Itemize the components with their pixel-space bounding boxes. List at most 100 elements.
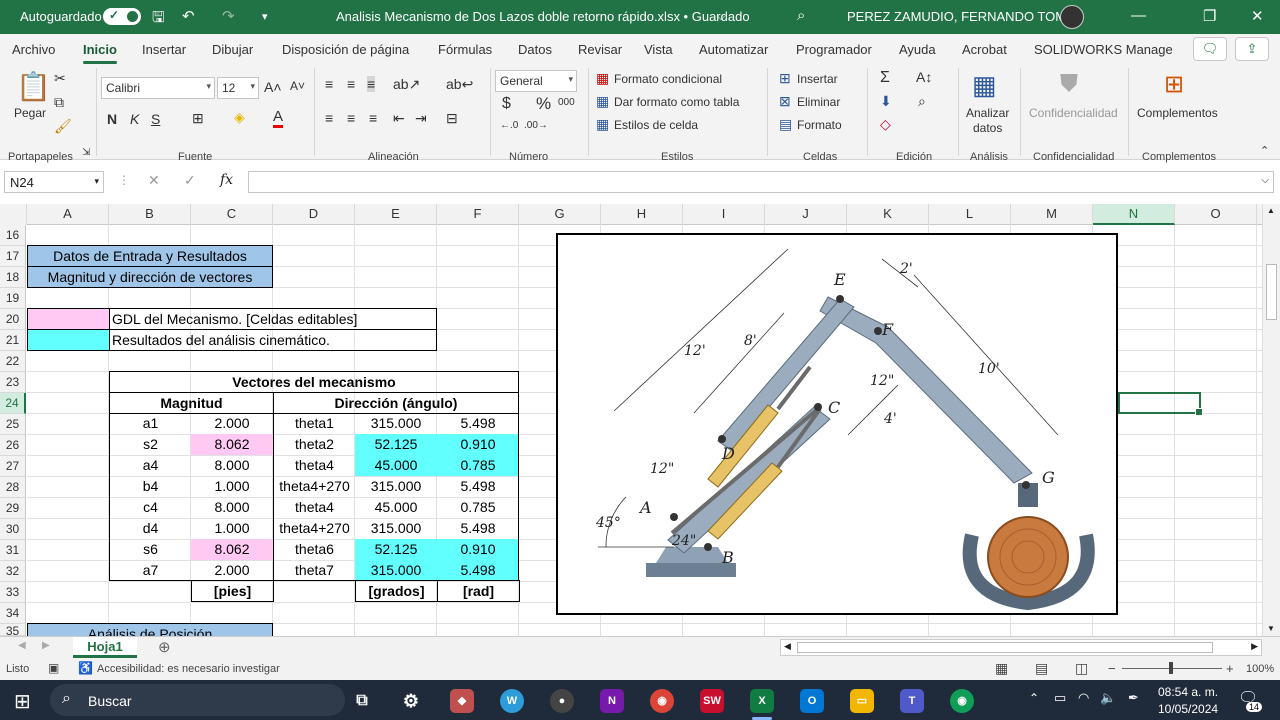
insert-function-icon[interactable]: fx (220, 172, 233, 188)
worksheet-grid[interactable]: Datos de Entrada y Resultados Magnitud y… (27, 225, 1262, 636)
unit-grados[interactable]: [grados] (355, 580, 438, 602)
zoom-slider-thumb[interactable] (1169, 662, 1173, 674)
conditional-format-button[interactable]: Formato condicional (614, 72, 722, 86)
row-header[interactable]: 26 (0, 435, 26, 456)
scroll-right-icon[interactable]: ▶ (1251, 641, 1258, 652)
chrome-icon[interactable]: ◉ (650, 689, 674, 713)
pen-icon[interactable]: ✒ (1128, 690, 1139, 706)
prev-sheet-icon[interactable]: ◀ (18, 640, 26, 651)
delete-cells-icon[interactable]: ⊠ (779, 93, 791, 110)
analyze-data-icon[interactable]: ▦ (972, 70, 997, 101)
clock-time[interactable]: 08:54 a. m. (1158, 685, 1218, 699)
copy-icon[interactable]: ⧉ (54, 94, 64, 111)
column-header[interactable]: B (109, 204, 191, 225)
analyze-label[interactable]: Analizar (966, 106, 1009, 120)
autosave-toggle[interactable]: ✓ (103, 8, 141, 25)
minimize-icon[interactable]: — (1131, 7, 1146, 24)
tab-disposicion[interactable]: Disposición de página (282, 42, 409, 57)
taskbar-search-box[interactable]: ⌕ Buscar (50, 684, 345, 716)
sensitivity-icon[interactable]: ⛊ (1060, 70, 1078, 98)
normal-view-icon[interactable]: ▦ (995, 660, 1008, 677)
app-icon-red[interactable]: ◆ (450, 689, 474, 713)
wifi-icon[interactable]: ◠ (1078, 690, 1089, 706)
tab-vista[interactable]: Vista (644, 42, 673, 57)
column-header[interactable]: E (355, 204, 437, 225)
font-color-icon[interactable]: A (273, 108, 284, 128)
row-header[interactable]: 30 (0, 519, 26, 540)
percent-icon[interactable]: % (536, 94, 551, 114)
find-select-icon[interactable]: ⌕ (918, 93, 926, 110)
row-header[interactable]: 16 (0, 225, 26, 246)
app-icon-obs[interactable]: ● (550, 689, 574, 713)
row-header[interactable]: 18 (0, 267, 26, 288)
select-all-button[interactable] (0, 204, 27, 225)
scroll-down-icon[interactable]: ▼ (1267, 624, 1275, 633)
wrap-text-icon[interactable]: ab↩ (446, 76, 473, 93)
tab-datos[interactable]: Datos (518, 42, 552, 57)
table-header-magnitud[interactable]: Magnitud (109, 392, 274, 414)
autosum-icon[interactable]: Σ (880, 69, 890, 87)
analyze-data-label[interactable]: datos (973, 121, 1002, 135)
row-header[interactable]: 28 (0, 477, 26, 498)
row-header[interactable]: 17 (0, 246, 26, 267)
tab-automatizar[interactable]: Automatizar (699, 42, 768, 57)
legend-editable-label[interactable]: GDL del Mecanismo. [Celdas editables] (109, 308, 437, 330)
row-header[interactable]: 19 (0, 288, 26, 309)
align-center-icon[interactable]: ≡ (347, 110, 355, 126)
selected-cell[interactable] (1118, 392, 1203, 416)
increase-decimal-icon[interactable]: ←.0 (500, 120, 518, 131)
align-left-icon[interactable]: ≡ (325, 110, 333, 126)
font-family-select[interactable]: Calibri ▾ (101, 77, 215, 99)
excel-icon[interactable]: X (750, 689, 774, 713)
format-painter-icon[interactable]: 🖌 (54, 118, 72, 135)
decrease-decimal-icon[interactable]: .00→ (524, 120, 548, 131)
cell-styles-icon[interactable]: ▦ (596, 116, 609, 133)
delete-cells-button[interactable]: Eliminar (797, 95, 840, 109)
currency-icon[interactable]: $ (502, 95, 511, 113)
tab-insertar[interactable]: Insertar (142, 42, 186, 57)
conditional-format-icon[interactable]: ▦ (596, 70, 609, 87)
cell-styles-button[interactable]: Estilos de celda (614, 118, 698, 132)
format-cells-icon[interactable]: ▤ (779, 116, 792, 133)
column-header[interactable]: M (1011, 204, 1093, 225)
comments-button[interactable]: 🗨 (1193, 37, 1227, 61)
tab-solidworks[interactable]: SOLIDWORKS Manage (1034, 42, 1173, 57)
zoom-in-icon[interactable]: + (1226, 661, 1234, 676)
vertical-scrollbar[interactable]: ▲ ▼ (1262, 204, 1280, 636)
thousands-icon[interactable]: 000 (558, 97, 575, 108)
user-name[interactable]: PEREZ ZAMUDIO, FERNANDO TOMAS (847, 9, 1083, 24)
tab-inicio[interactable]: Inicio (83, 42, 117, 64)
column-header[interactable]: A (27, 204, 109, 225)
paste-icon[interactable]: 📋 (16, 70, 51, 103)
row-header[interactable]: 29 (0, 498, 26, 519)
tab-dibujar[interactable]: Dibujar (212, 42, 253, 57)
cell-position-analysis[interactable]: Análisis de Posición (27, 623, 273, 636)
borders-icon[interactable]: ⊞ (192, 110, 204, 127)
cell-section-title[interactable]: Datos de Entrada y Resultados (27, 245, 273, 267)
outlook-icon[interactable]: O (800, 689, 824, 713)
scroll-up-icon[interactable]: ▲ (1267, 206, 1275, 215)
column-header[interactable]: I (683, 204, 765, 225)
row-header[interactable]: 34 (0, 603, 26, 624)
tab-revisar[interactable]: Revisar (578, 42, 622, 57)
bold-button[interactable]: N (107, 111, 117, 127)
avatar[interactable] (1060, 5, 1084, 29)
zoom-level[interactable]: 100% (1246, 663, 1274, 675)
table-title[interactable]: Vectores del mecanismo (109, 371, 519, 393)
insert-cells-icon[interactable]: ⊞ (779, 70, 791, 87)
column-header[interactable]: K (847, 204, 929, 225)
page-layout-icon[interactable]: ▤ (1035, 660, 1048, 677)
legend-cyan-swatch[interactable] (27, 329, 110, 351)
row-header-selected[interactable]: 24 (0, 393, 26, 414)
accessibility-status[interactable]: Accesibilidad: es necesario investigar (97, 663, 280, 675)
row-header[interactable]: 35 (0, 624, 26, 636)
row-header[interactable]: 27 (0, 456, 26, 477)
align-top-icon[interactable]: ≡ (325, 76, 333, 92)
row-header[interactable]: 22 (0, 351, 26, 372)
insert-cells-button[interactable]: Insertar (797, 72, 838, 86)
font-size-select[interactable]: 12 ▾ (217, 77, 259, 99)
settings-gear-icon[interactable]: ⚙ (399, 689, 423, 713)
format-cells-button[interactable]: Formato (797, 118, 842, 132)
grow-font-icon[interactable]: A˄ (264, 79, 282, 95)
format-table-button[interactable]: Dar formato como tabla (614, 95, 739, 109)
